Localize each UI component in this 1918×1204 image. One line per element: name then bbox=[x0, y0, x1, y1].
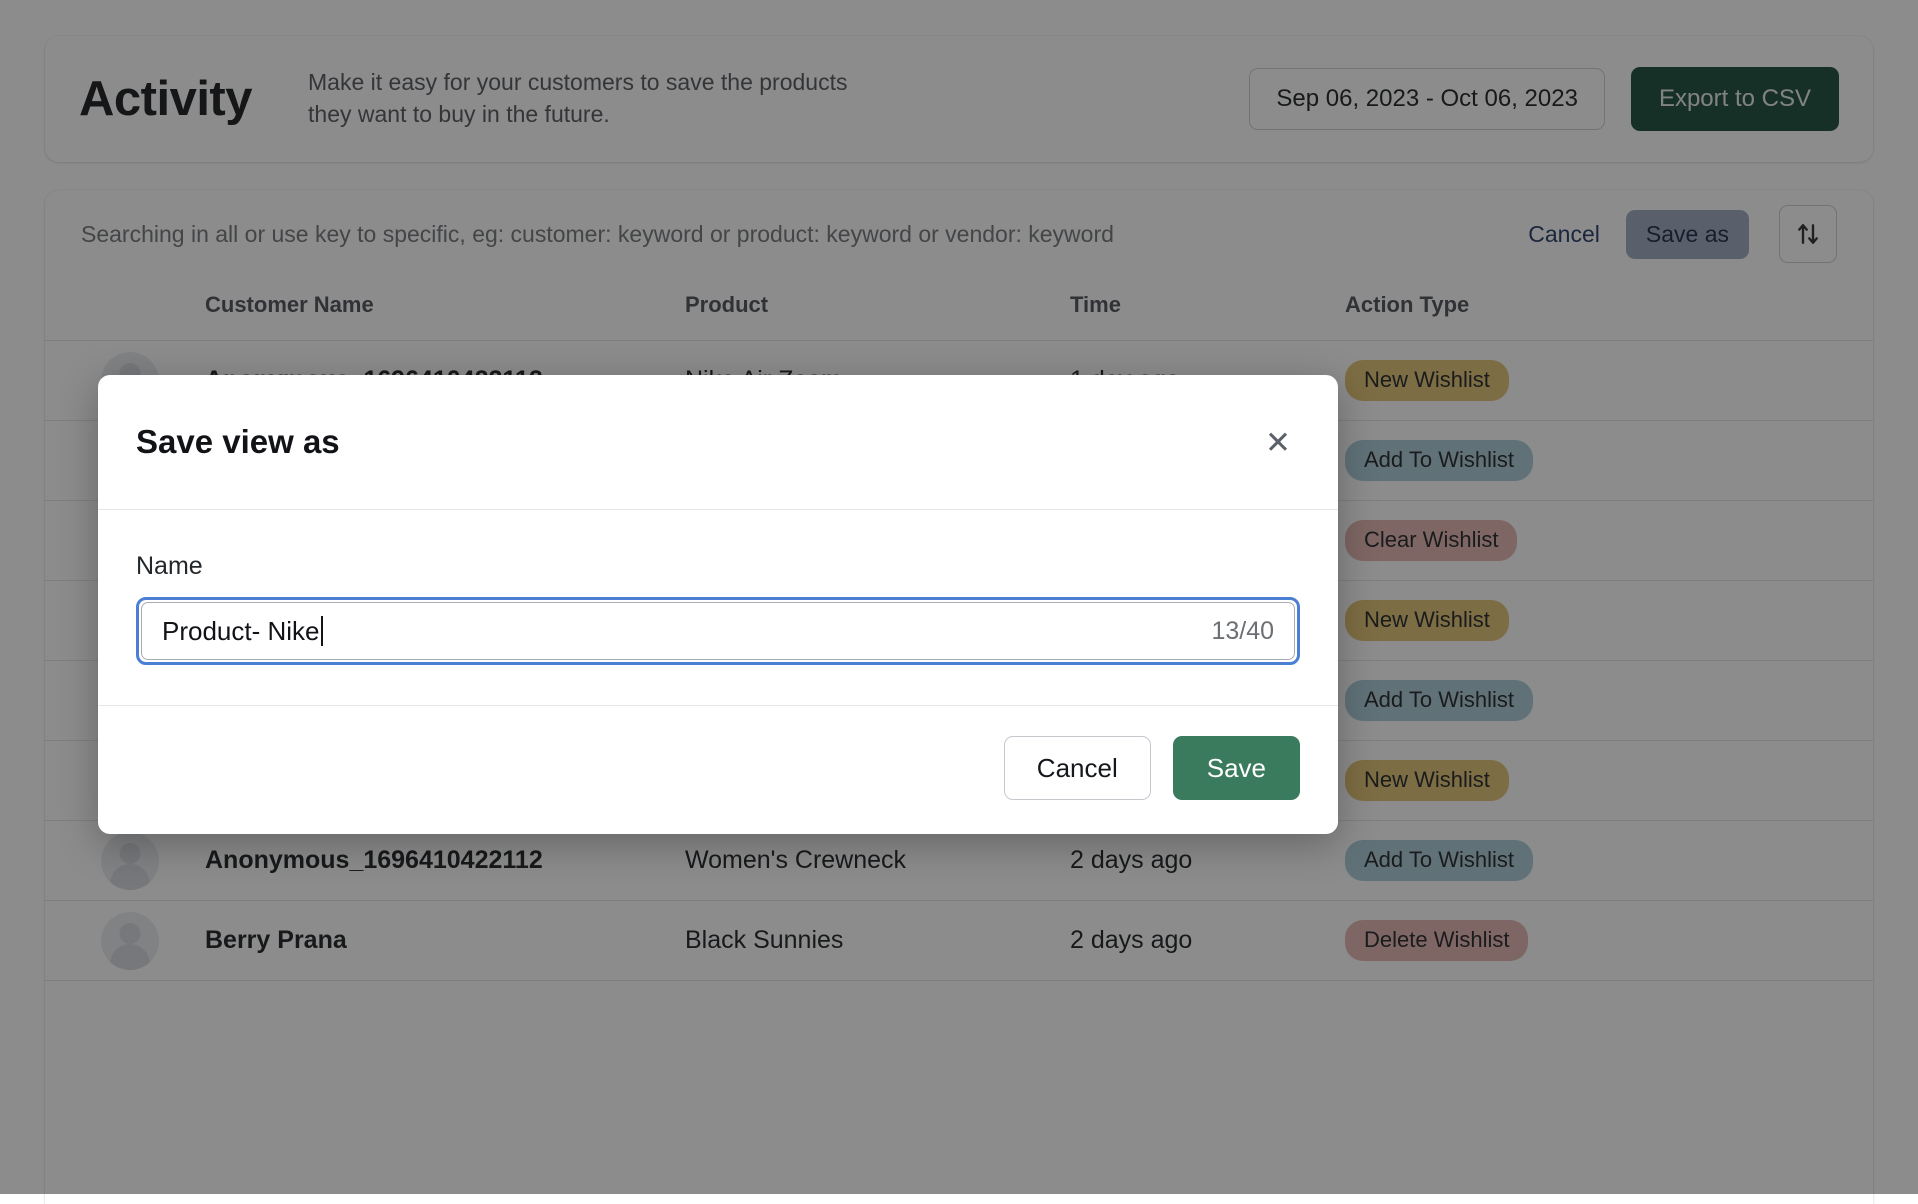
name-input-value: Product- Nike bbox=[162, 616, 320, 646]
dialog-header: Save view as ✕ bbox=[98, 375, 1338, 510]
character-counter: 13/40 bbox=[1211, 617, 1274, 646]
text-caret bbox=[321, 616, 323, 646]
name-input[interactable]: Product- Nike 13/40 bbox=[141, 602, 1295, 660]
save-view-as-dialog: Save view as ✕ Name Product- Nike 13/40 … bbox=[98, 375, 1338, 834]
close-icon[interactable]: ✕ bbox=[1256, 420, 1300, 464]
name-input-focus-ring: Product- Nike 13/40 bbox=[136, 597, 1300, 665]
activity-page: Activity Make it easy for your customers… bbox=[0, 0, 1918, 1194]
dialog-title: Save view as bbox=[136, 423, 340, 461]
name-field-label: Name bbox=[136, 552, 1300, 581]
dialog-cancel-button[interactable]: Cancel bbox=[1004, 736, 1151, 800]
dialog-footer: Cancel Save bbox=[98, 706, 1338, 834]
dialog-save-button[interactable]: Save bbox=[1173, 736, 1300, 800]
dialog-body: Name Product- Nike 13/40 bbox=[98, 510, 1338, 706]
